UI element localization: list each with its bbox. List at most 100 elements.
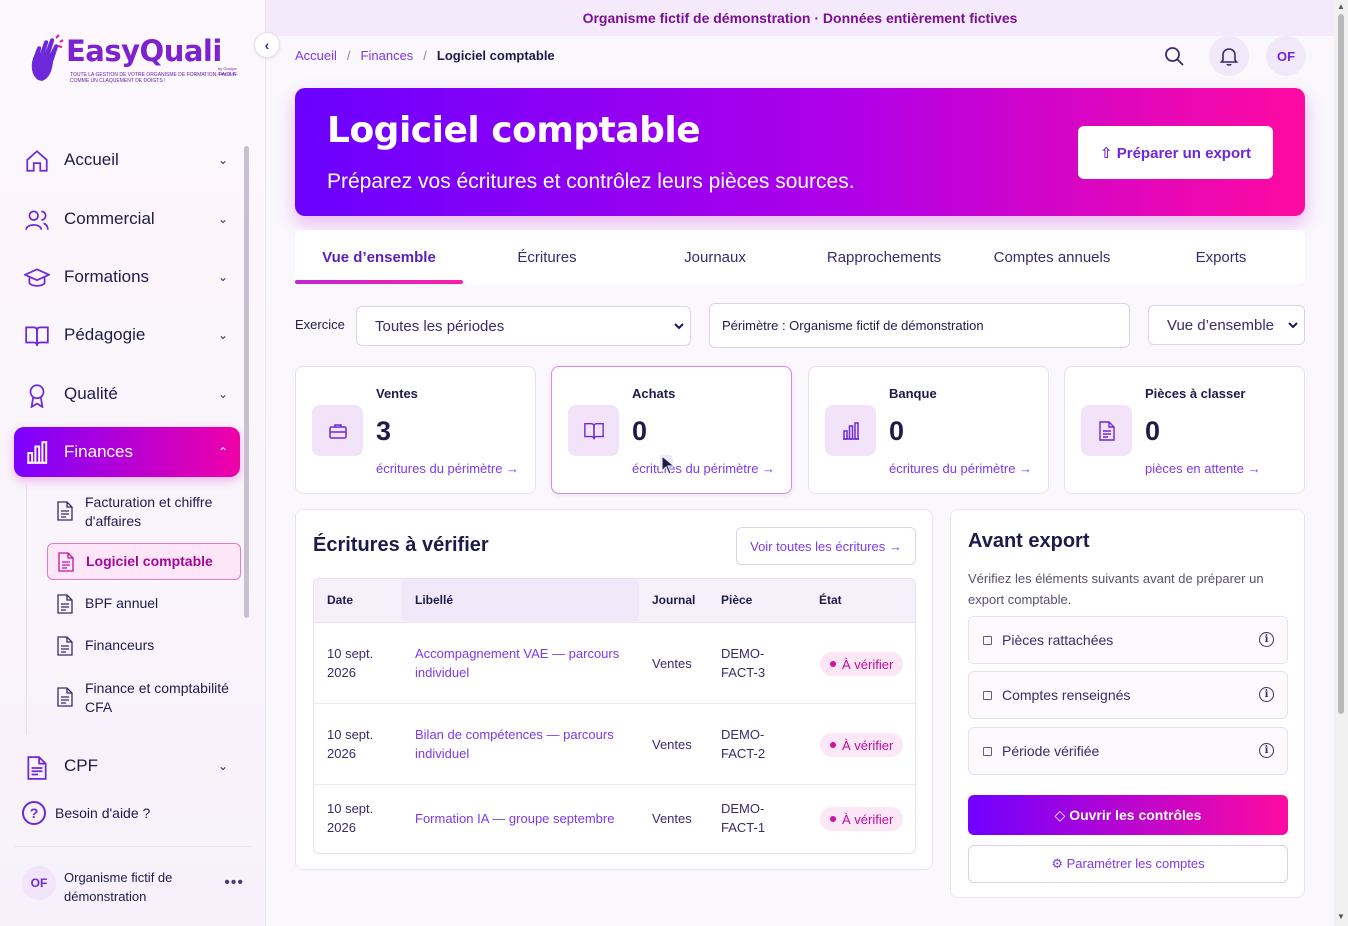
stat-card-ventes[interactable]: Ventes 3 écritures du périmètre → [295, 366, 536, 494]
stat-title: Banque [889, 386, 937, 401]
breadcrumb-finances[interactable]: Finances [361, 48, 414, 63]
sidebar-item-commercial[interactable]: Commercial ⌄ [14, 194, 240, 244]
info-icon[interactable]: i [1259, 743, 1274, 758]
table-header: Date Libellé Journal Pièce État [314, 579, 915, 623]
stat-link[interactable]: écritures du périmètre → [376, 461, 519, 476]
page-scrollbar[interactable]: ▲ ▼ [1334, 0, 1348, 926]
sidebar-item-finances[interactable]: Finances ⌃ [14, 427, 240, 477]
subnav-item-logiciel-comptable[interactable]: Logiciel comptable [47, 543, 241, 580]
cell-piece: DEMO-FACT-2 [721, 727, 766, 761]
column-header-journal[interactable]: Journal [652, 593, 695, 607]
sidebar-item-cpf[interactable]: CPF ⌄ [14, 742, 240, 790]
breadcrumb-accueil[interactable]: Accueil [295, 48, 337, 63]
tab-comptes-annuels[interactable]: Comptes annuels [968, 230, 1136, 284]
stat-title: Pièces à classer [1145, 386, 1246, 401]
check-pieces-rattachees[interactable]: Pièces rattachées i [968, 616, 1288, 664]
view-select-value: Vue d’ensemble [1167, 316, 1275, 334]
subnav-item-label: Facturation et chiffre d'affaires [85, 494, 213, 529]
sidebar-item-label: Commercial [64, 209, 155, 228]
search-button[interactable] [1154, 36, 1194, 76]
tab-exports[interactable]: Exports [1137, 230, 1305, 284]
breadcrumb-separator: / [346, 48, 351, 63]
scrollbar-thumb[interactable] [1338, 14, 1344, 714]
cell-journal: Ventes [652, 811, 692, 826]
sidebar-item-pedagogie[interactable]: Pédagogie ⌄ [14, 310, 240, 360]
stat-link[interactable]: écritures du périmètre → [632, 461, 775, 476]
column-header-libelle[interactable]: Libellé [415, 593, 453, 607]
sidebar-item-formations[interactable]: Formations ⌄ [14, 252, 240, 302]
checkbox[interactable] [983, 636, 992, 645]
help-icon: ? [22, 801, 46, 825]
column-header-etat[interactable]: État [819, 593, 842, 607]
briefcase-icon [312, 405, 363, 456]
sidebar-item-qualite[interactable]: Qualité ⌄ [14, 369, 240, 419]
subnav-item-facturation[interactable]: Facturation et chiffre d'affaires [47, 489, 241, 533]
help-label: Besoin d'aide ? [55, 805, 151, 821]
tab-journaux[interactable]: Journaux [631, 230, 799, 284]
cell-piece: DEMO-FACT-3 [721, 646, 766, 680]
breadcrumb: Accueil / Finances / Logiciel comptable [295, 48, 555, 63]
org-switcher[interactable]: OF Organisme fictif de démonstration ••• [14, 858, 252, 916]
stat-link[interactable]: pièces en attente → [1145, 461, 1261, 476]
subnav-item-cfa[interactable]: Finance et comptabilité CFA [47, 675, 241, 719]
column-header-piece[interactable]: Pièce [721, 593, 752, 607]
table-row[interactable]: 10 sept. 2026 Formation IA — groupe sept… [314, 785, 915, 853]
cell-libelle[interactable]: Accompagnement VAE — parcours individuel [415, 644, 630, 682]
entries-title: Écritures à vérifier [313, 534, 489, 556]
user-avatar[interactable]: OF [1266, 36, 1306, 76]
cell-libelle[interactable]: Bilan de compétences — parcours individu… [415, 725, 630, 763]
graduation-cap-icon [24, 268, 50, 287]
sidebar-item-label: Pédagogie [64, 325, 146, 344]
view-select[interactable]: Vue d’ensemble [1148, 305, 1305, 345]
open-controls-button[interactable]: ◇ Ouvrir les contrôles [968, 795, 1288, 835]
sidebar-item-accueil[interactable]: Accueil ⌄ [14, 135, 240, 185]
page-hero: Logiciel comptable Préparez vos écriture… [295, 88, 1305, 216]
checkbox[interactable] [983, 747, 992, 756]
mouse-cursor-icon [660, 455, 676, 475]
check-comptes-renseignes[interactable]: Comptes renseignés i [968, 671, 1288, 719]
notifications-button[interactable] [1209, 36, 1249, 76]
tab-vue-ensemble[interactable]: Vue d’ensemble [295, 230, 463, 284]
configure-accounts-button[interactable]: ⚙ Paramétrer les comptes [968, 845, 1288, 883]
check-periode-verifiee[interactable]: Période vérifiée i [968, 727, 1288, 775]
period-select[interactable]: Toutes les périodes [356, 306, 691, 346]
table-row[interactable]: 10 sept. 2026 Bilan de compétences — par… [314, 704, 915, 785]
cell-date: 10 sept. 2026 [327, 727, 374, 761]
info-icon[interactable]: i [1259, 632, 1274, 647]
chevron-down-icon [674, 323, 684, 330]
stat-link[interactable]: écritures du périmètre → [889, 461, 1032, 476]
cell-piece: DEMO-FACT-1 [721, 801, 766, 835]
more-icon[interactable]: ••• [224, 874, 244, 892]
chevron-down-icon: ⌄ [217, 759, 228, 773]
tab-ecritures[interactable]: Écritures [463, 230, 631, 284]
stat-card-banque[interactable]: Banque 0 écritures du périmètre → [808, 366, 1049, 494]
stat-card-pieces[interactable]: Pièces à classer 0 pièces en attente → [1064, 366, 1305, 494]
cell-date: 10 sept. 2026 [327, 801, 374, 835]
help-link[interactable]: ? Besoin d'aide ? [14, 790, 250, 836]
checkbox[interactable] [983, 691, 992, 700]
cell-libelle[interactable]: Formation IA — groupe septembre [415, 809, 630, 828]
bell-icon [1219, 48, 1239, 66]
subnav-item-financeurs[interactable]: Financeurs [47, 631, 241, 661]
exercice-label: Exercice [295, 317, 345, 332]
prepare-export-button[interactable]: ⇧ Préparer un export [1078, 126, 1273, 179]
chevron-down-icon: ⌄ [217, 270, 228, 284]
info-icon[interactable]: i [1259, 687, 1274, 702]
view-all-entries-button[interactable]: Voir toutes les écritures → [736, 527, 916, 565]
scope-field[interactable]: Périmètre : Organisme fictif de démonstr… [709, 303, 1130, 348]
subnav-item-bpf[interactable]: BPF annuel [47, 589, 241, 619]
cell-journal: Ventes [652, 656, 692, 671]
scroll-up-icon[interactable]: ▲ [1337, 2, 1345, 11]
logo-title: EasyQuali [66, 34, 222, 68]
sidebar-collapse-button[interactable]: ‹ [254, 32, 280, 58]
sidebar-scrollbar[interactable] [244, 146, 249, 618]
chevron-down-icon: ⌄ [217, 153, 228, 167]
table-row[interactable]: 10 sept. 2026 Accompagnement VAE — parco… [314, 623, 915, 704]
logo[interactable]: EasyQuali by Groupe EasyQUAL Toute la ge… [22, 28, 244, 94]
scroll-down-icon[interactable]: ▼ [1337, 912, 1345, 921]
chevron-down-icon: ⌄ [217, 328, 228, 342]
subnav-item-label: BPF annuel [85, 595, 159, 611]
document-icon [58, 552, 74, 572]
tab-rapprochements[interactable]: Rapprochements [800, 230, 968, 284]
column-header-date[interactable]: Date [327, 593, 353, 607]
